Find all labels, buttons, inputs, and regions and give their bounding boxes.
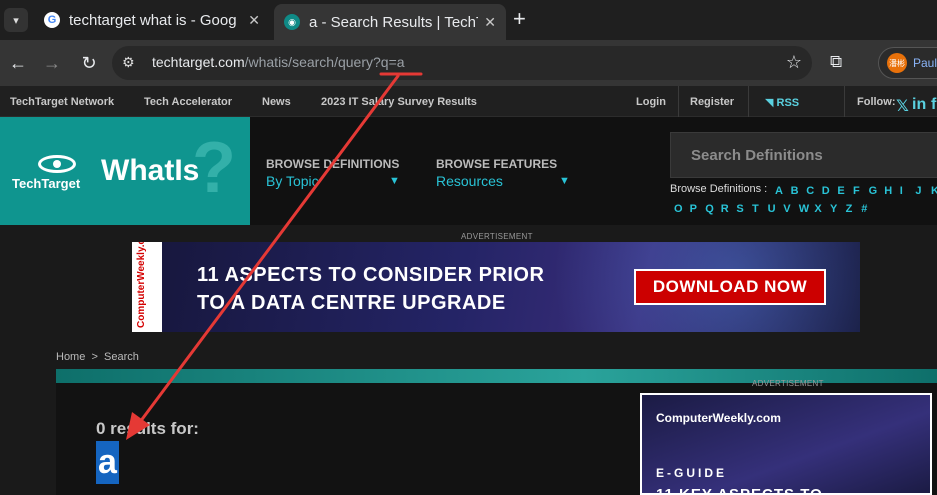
tab-title: techtarget what is - Goog — [69, 11, 237, 29]
google-icon: G — [44, 12, 60, 28]
alphabet-letter-link[interactable]: H — [884, 185, 892, 197]
browser-toolbar: ← → ↻ ⚙ techtarget.com/whatis/search/que… — [0, 40, 937, 86]
ad-brand: ComputerWeekly.com — [136, 242, 147, 328]
alphabet-letter-link[interactable]: P — [690, 203, 697, 215]
alphabet-letter-link[interactable]: Y — [830, 203, 837, 215]
login-link[interactable]: Login — [636, 96, 666, 108]
browse-definitions-menu[interactable]: BROWSE DEFINITIONS By Topic — [266, 157, 399, 189]
alphabet-letter-link[interactable]: I — [900, 185, 903, 197]
alphabet-letter-link[interactable]: A — [775, 185, 783, 197]
alphabet-letter-link[interactable]: R — [721, 203, 729, 215]
divider — [844, 86, 845, 117]
url-text[interactable]: techtarget.com/whatis/search/query?q=a — [152, 54, 405, 70]
forward-icon[interactable]: → — [40, 51, 64, 75]
rss-icon: ◥ — [765, 97, 777, 109]
alphabet-letter-link[interactable]: T — [752, 203, 759, 215]
tab-title: a - Search Results | TechT — [309, 13, 479, 31]
register-link[interactable]: Register — [690, 96, 734, 108]
alphabet-letter-link[interactable]: V — [783, 203, 790, 215]
nav-tech-accelerator[interactable]: Tech Accelerator — [144, 96, 232, 108]
side-ad-headline: 11 KEY ASPECTS TO — [656, 486, 823, 495]
rss-link[interactable]: ◥ RSS — [765, 96, 799, 109]
techtarget-icon: ◉ — [284, 14, 300, 30]
close-tab-icon[interactable]: ✕ — [484, 14, 496, 31]
alphabet-letter-link[interactable]: Q — [705, 203, 714, 215]
breadcrumb-current: Search — [104, 351, 139, 363]
alphabet-letter-link[interactable]: J — [915, 185, 921, 197]
alphabet-letter-link[interactable]: G — [869, 185, 878, 197]
breadcrumb-separator: > — [91, 351, 98, 363]
caret-down-icon[interactable]: ▼ — [559, 175, 570, 187]
profile-button[interactable]: 潘彬 Paul — [878, 47, 937, 79]
side-ad-label: ADVERTISEMENT — [752, 379, 824, 388]
brand-name: TechTarget — [12, 176, 81, 191]
alphabet-letter-link[interactable]: F — [853, 185, 860, 197]
side-ad[interactable]: ComputerWeekly.com E-GUIDE 11 KEY ASPECT… — [640, 393, 932, 495]
alphabet-letter-link[interactable]: E — [837, 185, 844, 197]
ad-label: ADVERTISEMENT — [461, 232, 533, 241]
resources-label: Resources — [436, 173, 503, 189]
address-bar[interactable]: ⚙ techtarget.com/whatis/search/query?q=a… — [112, 46, 812, 80]
tab-google-search[interactable]: G techtarget what is - Goog ✕ — [34, 4, 270, 36]
nav-salary-survey[interactable]: 2023 IT Salary Survey Results — [321, 96, 477, 108]
profile-name: Paul — [913, 56, 937, 70]
nav-techtarget-network[interactable]: TechTarget Network — [10, 96, 114, 108]
linkedin-icon[interactable]: in — [912, 96, 926, 114]
whatis-logo-block[interactable]: TechTarget ? WhatIs — [0, 117, 250, 225]
alphabet-letter-link[interactable]: C — [806, 185, 814, 197]
side-ad-eguide: E-GUIDE — [656, 466, 728, 480]
facebook-icon[interactable]: f — [931, 96, 936, 114]
new-tab-button[interactable]: + — [513, 8, 526, 30]
alphabet-letter-link[interactable]: O — [674, 203, 683, 215]
site-top-nav: TechTarget Network Tech Accelerator News… — [0, 86, 937, 117]
results-count: 0 results for: — [96, 419, 199, 438]
nav-news[interactable]: News — [262, 96, 291, 108]
close-tab-icon[interactable]: ✕ — [248, 12, 260, 29]
search-definitions-input[interactable]: Search Definitions — [670, 132, 937, 178]
follow-label: Follow: — [857, 96, 896, 108]
divider — [678, 86, 679, 117]
caret-down-icon[interactable]: ▼ — [389, 175, 400, 187]
browser-tab-strip: ▾ G techtarget what is - Goog ✕ ◉ a - Se… — [0, 0, 937, 40]
search-query: a — [96, 441, 119, 484]
tab-search-results[interactable]: ◉ a - Search Results | TechT ✕ — [274, 4, 506, 40]
side-ad-brand: ComputerWeekly.com — [656, 411, 781, 425]
techtarget-logo-icon — [38, 155, 76, 173]
alphabet-letter-link[interactable]: # — [861, 203, 867, 215]
reload-icon[interactable]: ↻ — [77, 51, 101, 75]
alphabet-letter-link[interactable]: U — [768, 203, 776, 215]
bookmark-star-icon[interactable]: ☆ — [786, 52, 802, 73]
banner-ad[interactable]: ComputerWeekly.com 11 ASPECTS TO CONSIDE… — [132, 242, 860, 332]
tab-search-button[interactable]: ▾ — [4, 8, 28, 32]
breadcrumb-home[interactable]: Home — [56, 351, 85, 363]
site-name: WhatIs — [101, 154, 200, 187]
browse-definitions-label: Browse Definitions : — [670, 183, 768, 195]
ad-headline: 11 ASPECTS TO CONSIDER PRIOR TO A DATA C… — [197, 264, 545, 314]
by-topic-label: By Topic — [266, 173, 319, 189]
extensions-icon[interactable]: ⧉ — [830, 52, 842, 72]
alphabet-letter-link[interactable]: D — [822, 185, 830, 197]
alphabet-letter-link[interactable]: X — [814, 203, 821, 215]
breadcrumb: Home > Search — [56, 351, 139, 363]
x-twitter-icon[interactable]: 𝕏 — [896, 96, 909, 116]
site-settings-icon[interactable]: ⚙ — [122, 54, 135, 71]
alphabet-letter-link[interactable]: W — [799, 203, 809, 215]
alphabet-letter-link[interactable]: B — [791, 185, 799, 197]
alphabet-letter-link[interactable]: S — [736, 203, 743, 215]
alphabet-letter-link[interactable]: Z — [846, 203, 853, 215]
download-now-button[interactable]: DOWNLOAD NOW — [634, 269, 826, 305]
avatar: 潘彬 — [887, 53, 907, 73]
back-icon[interactable]: ← — [6, 51, 30, 75]
browse-features-menu[interactable]: BROWSE FEATURES Resources — [436, 157, 557, 189]
divider — [748, 86, 749, 117]
alphabet-letter-link[interactable]: K — [931, 185, 937, 197]
